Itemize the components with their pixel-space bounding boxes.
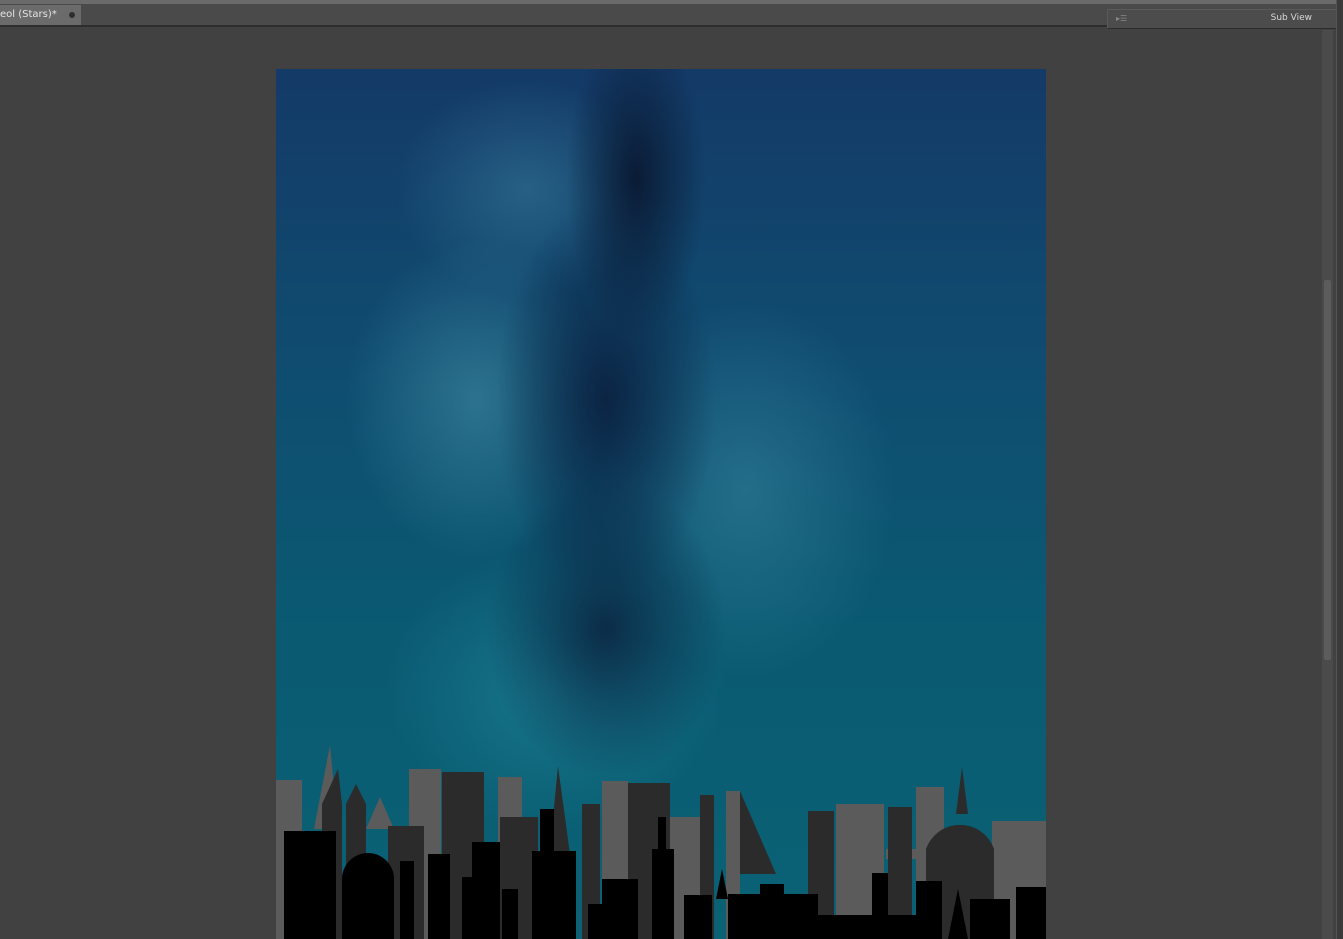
panel-menu-icon[interactable]: ▸☰ (1116, 14, 1127, 23)
document-tab[interactable]: eol (Stars)* (0, 5, 81, 25)
canvas-vertical-scrollbar[interactable] (1322, 30, 1333, 939)
document-tab-title: eol (Stars)* (0, 9, 57, 20)
drawing-canvas[interactable] (276, 69, 1046, 939)
skyline-artwork (276, 745, 1046, 939)
right-panel-edge (1336, 0, 1343, 939)
unsaved-dot-icon[interactable] (69, 12, 75, 18)
scrollbar-thumb[interactable] (1324, 280, 1331, 660)
sub-view-panel-header[interactable]: ▸☰ Sub View (1107, 9, 1343, 29)
sub-view-label: Sub View (1270, 13, 1312, 23)
